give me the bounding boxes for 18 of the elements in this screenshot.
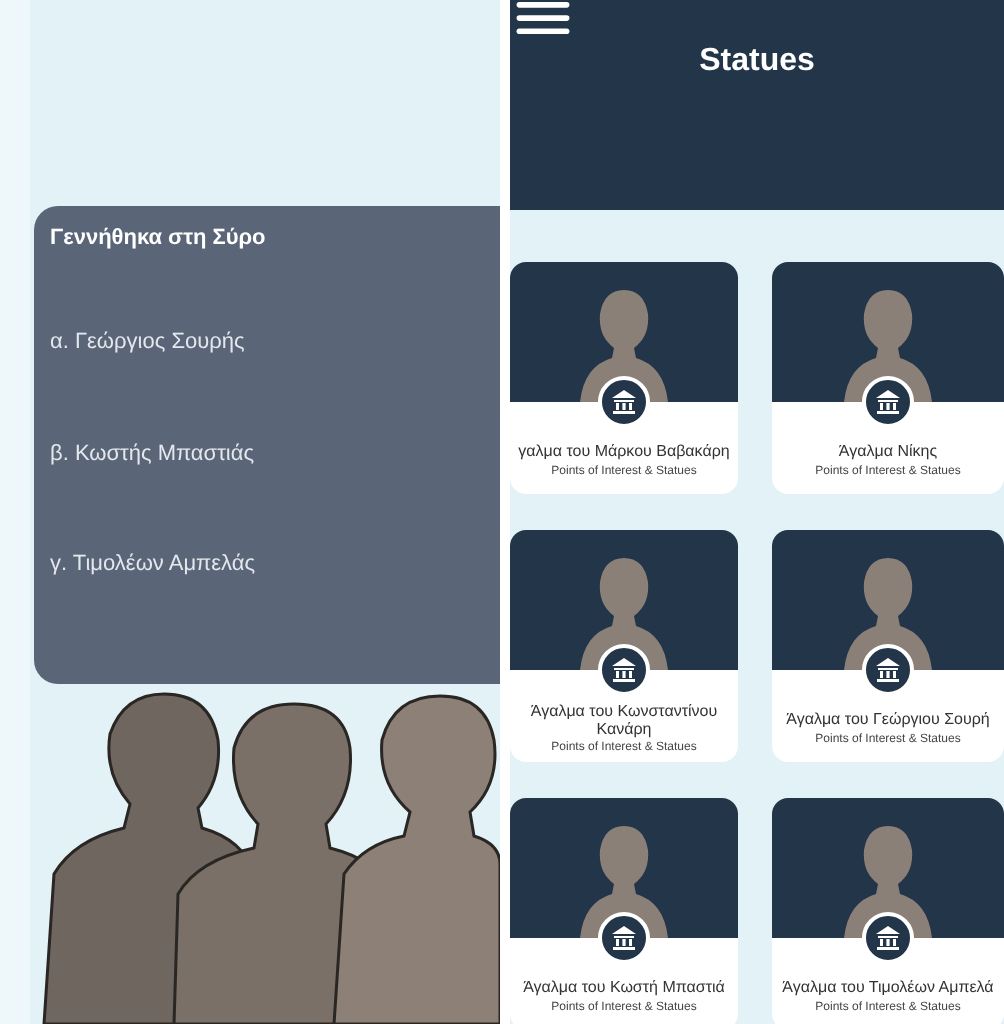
- museum-icon: [598, 376, 650, 428]
- answer-option[interactable]: γ. Τιμολέων Αμπελάς: [50, 552, 484, 665]
- answer-option[interactable]: β. Κωστής Μπαστιάς: [50, 441, 484, 553]
- menu-icon[interactable]: [516, 2, 570, 36]
- statue-name: Άγαλμα Νίκης: [838, 442, 938, 462]
- museum-icon: [862, 376, 914, 428]
- statue-name: γαλμα του Μάρκου Βαβακάρη: [518, 442, 730, 462]
- answer-option[interactable]: α. Γεώργιος Σουρής: [50, 330, 484, 442]
- statue-name: Άγαλμα του Κωστή Μπαστιά: [523, 978, 725, 998]
- statue-name: Άγαλμα του Γεώργιου Σουρή: [786, 710, 990, 730]
- quiz-question: Γεννήθηκα στη Σύρο: [50, 226, 268, 250]
- museum-icon: [598, 644, 650, 696]
- museum-icon: [862, 644, 914, 696]
- statue-name: Άγαλμα του Κωνσταντίνου Κανάρη: [528, 701, 720, 739]
- page-title: Statues: [699, 44, 815, 82]
- museum-icon: [598, 912, 650, 964]
- museum-icon: [862, 912, 914, 964]
- statue-name: Άγαλμα του Τιμολέων Αμπελά: [782, 978, 994, 998]
